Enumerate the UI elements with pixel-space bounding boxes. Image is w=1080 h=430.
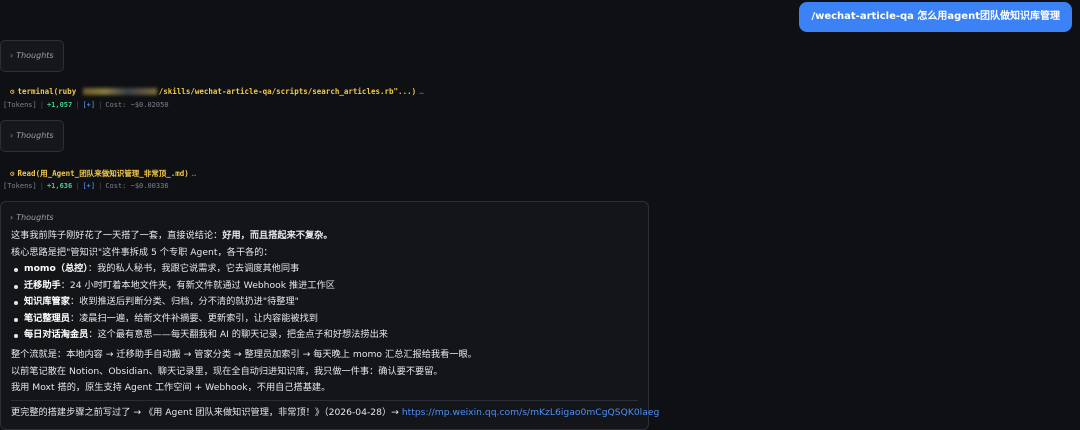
tool-ellipsis: … — [191, 169, 197, 178]
list-item-title: 知识库管家 — [24, 296, 70, 307]
footer-text: 更完整的搭建步骤之前写过了 → 《用 Agent 团队来做知识管理，非常顶！》（… — [11, 407, 402, 418]
tool-ellipsis: … — [419, 87, 424, 96]
user-message-bubble: /wechat-article-qa 怎么用agent团队做知识库管理 — [799, 2, 1072, 32]
tokens-label: [Tokens] — [3, 101, 37, 109]
tokens-delta: +1,636 — [46, 182, 73, 190]
before-line: 以前笔记散在 Notion、Obsidian、聊天记录里，现在全自动归进知识库，… — [11, 365, 443, 377]
list-item-title: momo（总控） — [24, 263, 88, 274]
tool-call-terminal[interactable]: ⚙ terminal(ruby /skills/wechat-article-qa… — [10, 87, 424, 96]
chevron-right-icon: › — [10, 51, 14, 60]
list-item-text: ：这个最有意思——每天翻我和 AI 的聊天记录，把金点子和好想法捞出来 — [88, 329, 388, 340]
chevron-right-icon: › — [10, 131, 14, 140]
list-item-text: ：凌晨扫一遍，给新文件补摘要、更新索引，让内容能被找到 — [69, 312, 318, 324]
intro-line-2: 核心思路是把"管知识"这件事拆成 5 个专职 Agent，各干各的： — [11, 246, 273, 258]
intro-line-1: 这事我前阵子刚好花了一天搭了一套，直接说结论：好用，而且搭起来不复杂。 — [11, 228, 333, 245]
list-item-text: ：24 小时盯着本地文件夹，有新文件就通过 Webhook 推进工作区 — [60, 279, 335, 291]
list-item-title: 每日对话淘金员 — [24, 329, 89, 340]
list-item: 知识库管家：收到推送后判断分类、归档，分不清的就扔进"待整理" — [11, 294, 388, 311]
redacted-path — [82, 88, 157, 95]
article-link[interactable]: https://mp.weixin.qq.com/s/mKzL6igao0mCg… — [402, 407, 660, 418]
thoughts-toggle-1[interactable]: › Thoughts — [0, 40, 64, 72]
intro-conclusion: 好用，而且搭起来不复杂。 — [222, 230, 333, 241]
cost-label: Cost: ~$0.02050 — [105, 101, 169, 109]
intro-text: 这事我前阵子刚好花了一天搭了一套，直接说结论： — [11, 230, 223, 241]
thoughts-label: Thoughts — [16, 131, 54, 140]
list-item: 每日对话淘金员：这个最有意思——每天翻我和 AI 的聊天记录，把金点子和好想法捞… — [11, 327, 388, 344]
list-item-text: ：收到推送后判断分类、归档，分不清的就扔进"待整理" — [69, 296, 299, 307]
list-item: 笔记整理员：凌晨扫一遍，给新文件补摘要、更新索引，让内容能被找到 — [11, 311, 388, 328]
tool-call-read[interactable]: ⚙ Read(用_Agent_团队来做知识管理_非常顶_.md)… — [10, 168, 196, 179]
moxt-line: 我用 Moxt 搭的，原生支持 Agent 工作空间 + Webhook，不用自… — [11, 382, 331, 393]
list-item-title: 迁移助手 — [24, 279, 61, 291]
list-item: momo（总控）：我的私人秘书，我跟它说需求，它去调度其他同事 — [11, 261, 388, 278]
footer-line: 更完整的搭建步骤之前写过了 → 《用 Agent 团队来做知识管理，非常顶！》（… — [11, 405, 659, 422]
tool-command-suffix: /skills/wechat-article-qa/scripts/search… — [158, 87, 417, 96]
tool-command-prefix: Read(用_Agent_团队来做知识管理_非常顶_.md) — [17, 169, 189, 178]
thoughts-label: Thoughts — [16, 213, 54, 222]
agent-list: momo（总控）：我的私人秘书，我跟它说需求，它去调度其他同事 迁移助手：24 … — [11, 261, 388, 344]
tokens-label: [Tokens] — [3, 182, 37, 190]
answer-thoughts-toggle[interactable]: › Thoughts — [10, 213, 54, 222]
expand-button[interactable]: [+] — [82, 182, 95, 190]
tokens-delta: +1,057 — [46, 101, 73, 109]
tool-status-icon: ⚙ — [10, 87, 15, 96]
tool-meta-line-1: [Tokens] | +1,057 | [+] | Cost: ~$0.02050 — [3, 101, 169, 109]
tool-status-icon: ⚙ — [10, 169, 15, 178]
list-item: 迁移助手：24 小时盯着本地文件夹，有新文件就通过 Webhook 推进工作区 — [11, 278, 388, 295]
thoughts-toggle-2[interactable]: › Thoughts — [0, 120, 64, 152]
divider — [11, 400, 638, 401]
chevron-right-icon: › — [10, 213, 14, 222]
expand-button[interactable]: [+] — [82, 101, 95, 109]
answer-footer: 更完整的搭建步骤之前写过了 → 《用 Agent 团队来做知识管理，非常顶！》（… — [11, 405, 659, 422]
assistant-answer-card: › Thoughts 这事我前阵子刚好花了一天搭了一套，直接说结论：好用，而且搭起… — [0, 201, 659, 430]
tool-meta-line-2: [Tokens] | +1,636 | [+] | Cost: ~$0.00336 — [3, 182, 169, 190]
cost-label: Cost: ~$0.00336 — [105, 182, 169, 190]
tool-command-prefix: terminal(ruby — [17, 87, 81, 96]
list-item-title: 笔记整理员 — [24, 312, 70, 324]
answer-intro: 这事我前阵子刚好花了一天搭了一套，直接说结论：好用，而且搭起来不复杂。 核心思路… — [11, 228, 333, 261]
answer-summary: 整个流就是：本地内容 → 迁移助手自动搬 → 管家分类 → 整理员加索引 → 每… — [11, 347, 477, 397]
thoughts-label: Thoughts — [16, 51, 54, 60]
flow-line: 整个流就是：本地内容 → 迁移助手自动搬 → 管家分类 → 整理员加索引 → 每… — [11, 349, 477, 360]
list-item-text: ：我的私人秘书，我跟它说需求，它去调度其他同事 — [87, 263, 300, 274]
